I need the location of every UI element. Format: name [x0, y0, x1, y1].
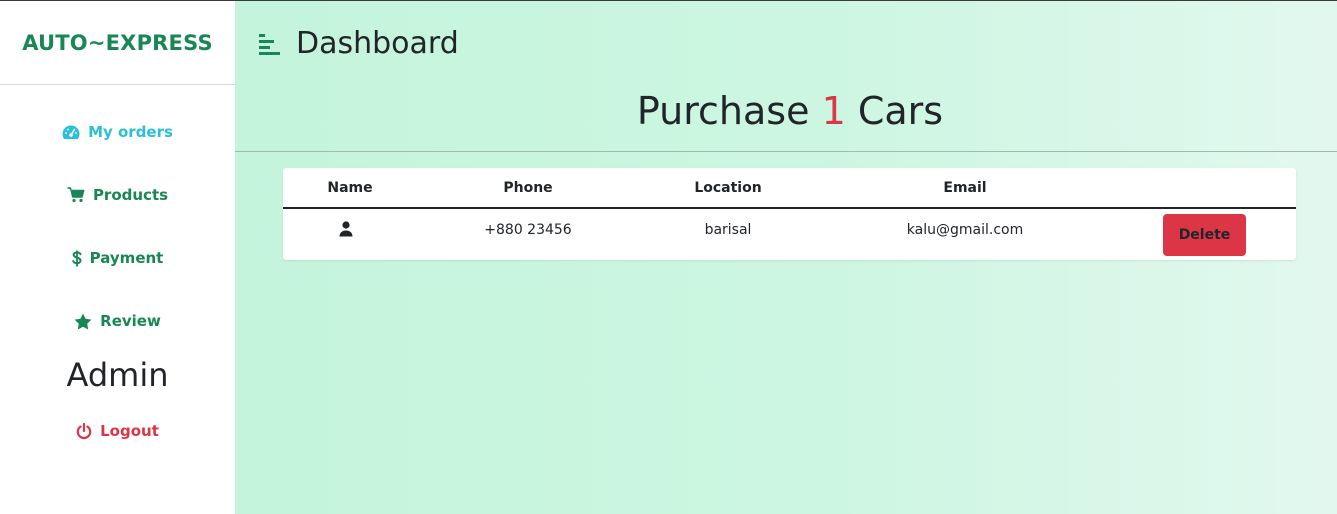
- power-icon: [76, 422, 92, 439]
- brand-header: AUTO~EXPRESS: [0, 1, 235, 85]
- sidebar: AUTO~EXPRESS My orders Products Payment …: [0, 1, 235, 514]
- cell-email: kalu@gmail.com: [906, 222, 1024, 238]
- sidebar-item-label: Products: [92, 186, 169, 204]
- purchase-summary: Purchase 1 Cars: [235, 89, 1337, 133]
- orders-table: Name Phone Location Email +880 23456 bar…: [283, 168, 1296, 260]
- hamburger-icon[interactable]: [259, 33, 281, 55]
- sidebar-item-label: Payment: [89, 249, 164, 267]
- page-title: Dashboard: [296, 26, 459, 61]
- purchase-prefix: Purchase: [636, 89, 810, 133]
- purchase-count: 1: [821, 89, 846, 133]
- column-header-name: Name: [327, 180, 373, 196]
- sidebar-item-label: Review: [100, 312, 161, 330]
- column-header-email: Email: [943, 180, 987, 196]
- cart-icon: [67, 187, 85, 203]
- table-header: Name Phone Location Email: [283, 168, 1296, 209]
- logout-button[interactable]: Logout: [0, 422, 235, 440]
- logout-label: Logout: [100, 422, 159, 440]
- purchase-suffix: Cars: [857, 89, 944, 133]
- column-header-location: Location: [694, 180, 762, 196]
- brand-name[interactable]: AUTO~EXPRESS: [22, 31, 213, 55]
- cell-location: barisal: [704, 222, 752, 238]
- dollar-icon: [71, 250, 82, 266]
- sidebar-item-payment[interactable]: Payment: [0, 249, 235, 267]
- admin-heading: Admin: [66, 356, 169, 394]
- main-content: Dashboard Purchase 1 Cars Name Phone Loc…: [235, 1, 1337, 514]
- sidebar-item-products[interactable]: Products: [0, 186, 235, 204]
- cell-phone: +880 23456: [484, 222, 572, 238]
- sidebar-item-my-orders[interactable]: My orders: [0, 123, 235, 141]
- column-header-phone: Phone: [503, 180, 553, 196]
- delete-button[interactable]: Delete: [1163, 214, 1246, 256]
- gauge-icon: [62, 125, 80, 139]
- sidebar-item-label: My orders: [88, 123, 173, 141]
- section-divider: [235, 151, 1337, 152]
- user-icon: [339, 221, 353, 237]
- sidebar-item-review[interactable]: Review: [0, 312, 235, 330]
- star-icon: [74, 313, 92, 329]
